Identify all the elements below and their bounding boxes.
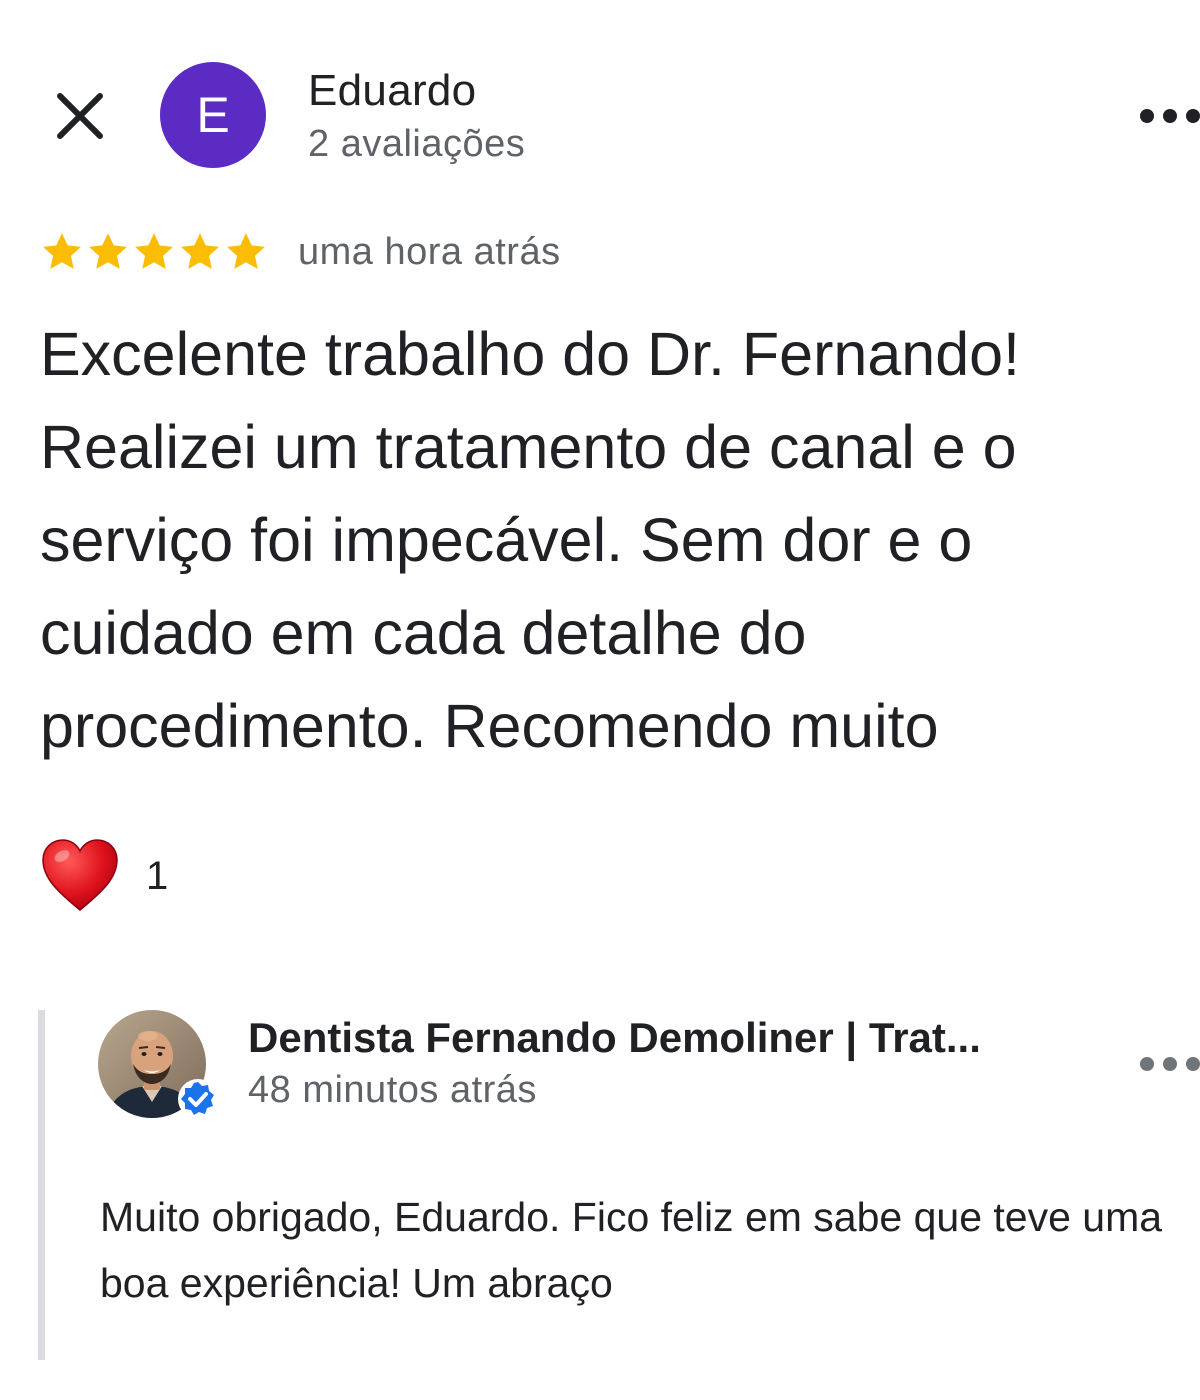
more-options-icon-dot xyxy=(1186,1057,1200,1071)
reaction-button[interactable]: 1 xyxy=(40,836,168,916)
reviewer-name[interactable]: Eduardo xyxy=(308,64,476,118)
reply-more-options-button[interactable] xyxy=(1140,1044,1200,1084)
close-icon xyxy=(57,93,103,139)
owner-name[interactable]: Dentista Fernando Demoliner | Trat... xyxy=(248,1012,981,1064)
more-options-icon-dot xyxy=(1163,109,1177,123)
more-options-icon-dot xyxy=(1163,1057,1177,1071)
star-rating xyxy=(40,230,268,274)
reviewer-avatar-initial: E xyxy=(196,87,230,143)
close-button[interactable] xyxy=(50,86,110,146)
review-more-options-button[interactable] xyxy=(1140,96,1200,136)
star-icon xyxy=(43,233,81,269)
star-icon xyxy=(89,233,127,269)
star-icon xyxy=(135,233,173,269)
reaction-count: 1 xyxy=(146,853,169,898)
reply-divider xyxy=(38,1010,45,1360)
owner-reply-time: 48 minutos atrás xyxy=(248,1069,537,1111)
more-options-icon-dot xyxy=(1140,1057,1154,1071)
owner-reply-text: Muito obrigado, Eduardo. Fico feliz em s… xyxy=(100,1194,1163,1306)
verified-badge-icon xyxy=(178,1079,218,1119)
more-options-icon-dot xyxy=(1140,109,1154,123)
star-icon xyxy=(227,233,265,269)
rating-row: uma hora atrás xyxy=(40,228,561,276)
heart-icon xyxy=(42,839,118,911)
review-text: Excelente trabalho do Dr. Fernando! Real… xyxy=(40,320,1020,760)
reviewer-review-count: 2 avaliações xyxy=(308,123,526,165)
more-options-icon-dot xyxy=(1186,109,1200,123)
star-icon xyxy=(181,233,219,269)
review-time: uma hora atrás xyxy=(298,230,561,273)
reviewer-avatar[interactable]: E xyxy=(160,62,266,168)
